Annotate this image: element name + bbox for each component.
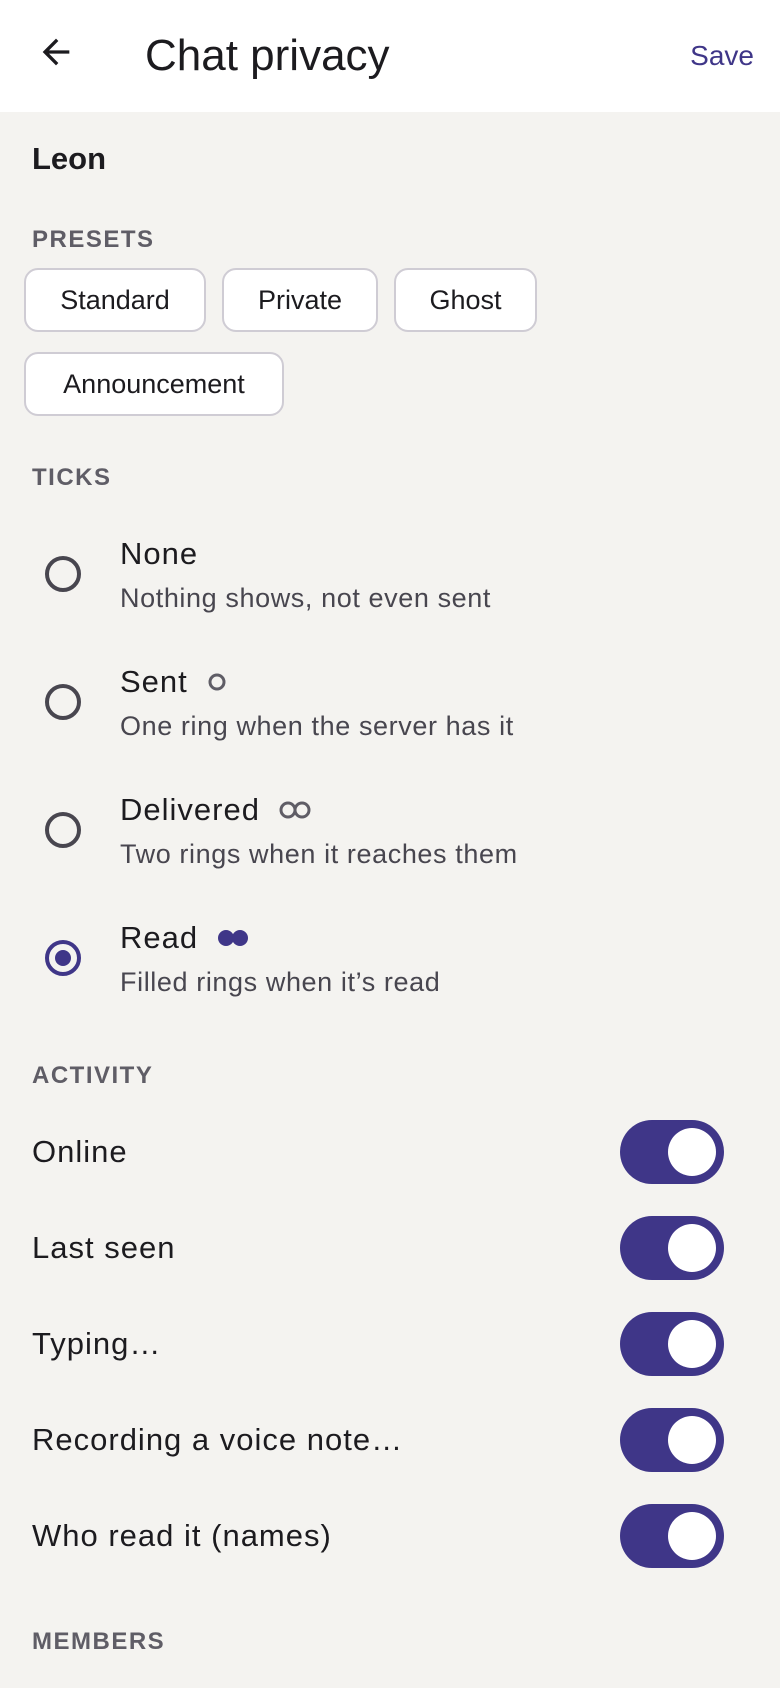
toggle-label: Recording a voice note…	[32, 1422, 404, 1457]
tick-option-read[interactable]: Read Filled rings when it’s read	[0, 918, 780, 1036]
tick-option-label: Read	[120, 920, 199, 955]
toggle-label: Online	[32, 1134, 128, 1169]
preset-chip-standard[interactable]: Standard	[24, 268, 206, 332]
activity-header: ACTIVITY	[32, 1062, 154, 1089]
tick-option-description: One ring when the server has it	[120, 711, 514, 741]
toggle-row-recording: Recording a voice note…	[0, 1392, 780, 1488]
radio-button[interactable]	[45, 812, 81, 848]
tick-option-title: Delivered	[120, 790, 314, 830]
switch-thumb	[668, 1128, 716, 1176]
toggle-row-typing: Typing…	[0, 1296, 780, 1392]
preset-chip-private[interactable]: Private	[222, 268, 378, 332]
ticks-header: TICKS	[32, 464, 112, 491]
back-button[interactable]	[28, 24, 84, 80]
tick-option-description: Nothing shows, not even sent	[120, 583, 492, 613]
toggle-label: Typing…	[32, 1326, 162, 1361]
typing-switch[interactable]	[620, 1312, 724, 1376]
toggle-row-online: Online	[0, 1104, 780, 1200]
app-bar: Chat privacy Save	[0, 0, 780, 112]
page-title: Chat privacy	[145, 31, 390, 80]
radio-button[interactable]	[45, 556, 81, 592]
toggle-label: Who read it (names)	[32, 1518, 332, 1553]
members-header: MEMBERS	[32, 1628, 166, 1655]
tick-option-title: Read	[120, 918, 252, 958]
tick-option-delivered[interactable]: Delivered Two rings when it reaches them	[0, 790, 780, 908]
arrow-left-icon	[42, 38, 70, 66]
radio-button-selected[interactable]	[45, 940, 81, 976]
chat-name: Leon	[32, 141, 107, 176]
switch-thumb	[668, 1512, 716, 1560]
radio-button[interactable]	[45, 684, 81, 720]
switch-thumb	[668, 1416, 716, 1464]
toggle-row-who-read: Who read it (names)	[0, 1488, 780, 1584]
tick-option-label: None	[120, 536, 199, 571]
radio-dot	[55, 950, 71, 966]
tick-option-none[interactable]: None Nothing shows, not even sent	[0, 534, 780, 652]
double-ring-icon	[278, 799, 314, 821]
preset-chip-announcement[interactable]: Announcement	[24, 352, 284, 416]
tick-option-description: Two rings when it reaches them	[120, 839, 518, 869]
single-ring-icon	[206, 671, 228, 693]
save-button[interactable]: Save	[690, 36, 754, 76]
online-switch[interactable]	[620, 1120, 724, 1184]
presets-header: PRESETS	[32, 226, 155, 253]
switch-thumb	[668, 1224, 716, 1272]
tick-option-description: Filled rings when it’s read	[120, 967, 441, 997]
toggle-row-last-seen: Last seen	[0, 1200, 780, 1296]
who-read-switch[interactable]	[620, 1504, 724, 1568]
preset-chip-ghost[interactable]: Ghost	[394, 268, 537, 332]
double-filled-ring-icon	[216, 927, 252, 949]
toggle-label: Last seen	[32, 1230, 176, 1265]
switch-thumb	[668, 1320, 716, 1368]
tick-option-label: Delivered	[120, 792, 260, 827]
last-seen-switch[interactable]	[620, 1216, 724, 1280]
recording-switch[interactable]	[620, 1408, 724, 1472]
tick-option-sent[interactable]: Sent One ring when the server has it	[0, 662, 780, 780]
tick-option-label: Sent	[120, 664, 188, 699]
tick-option-title: Sent	[120, 662, 228, 702]
tick-option-title: None	[120, 534, 198, 574]
